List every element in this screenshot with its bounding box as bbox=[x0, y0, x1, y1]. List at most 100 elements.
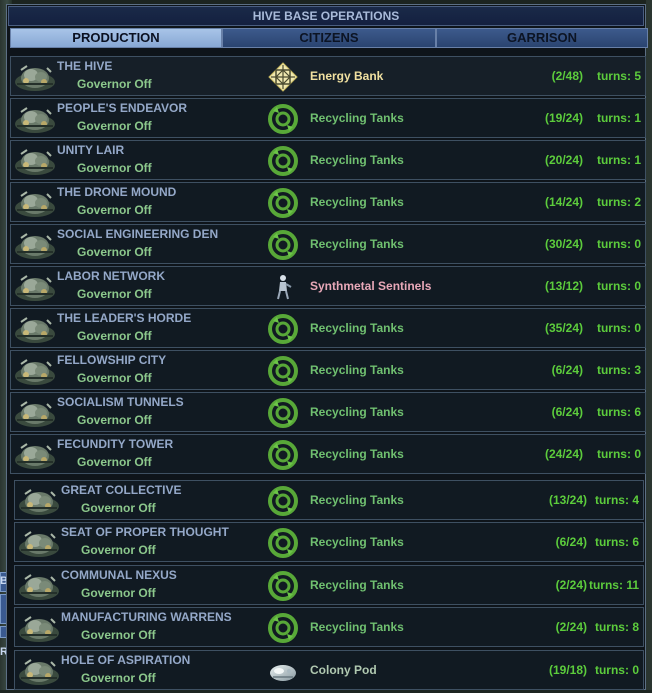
production-item-label[interactable]: Recycling Tanks bbox=[310, 535, 404, 549]
base-name[interactable]: SEAT OF PROPER THOUGHT bbox=[61, 525, 229, 539]
base-row[interactable]: COMMUNAL NEXUS Governor Off Recycling Tank… bbox=[14, 565, 644, 605]
base-name[interactable]: PEOPLE'S ENDEAVOR bbox=[57, 101, 187, 115]
base-name[interactable]: SOCIAL ENGINEERING DEN bbox=[57, 227, 218, 241]
base-icon bbox=[13, 270, 57, 304]
energy-bank-icon[interactable] bbox=[267, 61, 299, 93]
synthmetal-sentinels-icon[interactable] bbox=[267, 271, 299, 303]
governor-status[interactable]: Governor Off bbox=[81, 586, 156, 600]
base-name[interactable]: HOLE OF ASPIRATION bbox=[61, 653, 190, 667]
recycling-tanks-icon[interactable] bbox=[267, 103, 299, 135]
base-row[interactable]: MANUFACTURING WARRENS Governor Off Recycli… bbox=[14, 607, 644, 647]
turns-remaining: turns: 2 bbox=[596, 195, 641, 209]
recycling-tanks-icon[interactable] bbox=[267, 313, 299, 345]
recycling-tanks-icon[interactable] bbox=[267, 355, 299, 387]
production-progress: (14/24) bbox=[544, 195, 583, 209]
base-icon bbox=[17, 611, 61, 645]
governor-status[interactable]: Governor Off bbox=[77, 287, 152, 301]
recycling-tanks-icon[interactable] bbox=[267, 187, 299, 219]
base-row[interactable]: PEOPLE'S ENDEAVOR Governor Off Recycling T… bbox=[10, 98, 646, 138]
production-item-label[interactable]: Recycling Tanks bbox=[310, 363, 404, 377]
base-icon bbox=[17, 569, 61, 603]
tab-citizens[interactable]: CITIZENS bbox=[222, 28, 436, 48]
turns-remaining: turns: 1 bbox=[596, 111, 641, 125]
production-item-label[interactable]: Recycling Tanks bbox=[310, 620, 404, 634]
production-progress: (13/12) bbox=[544, 279, 583, 293]
recycling-tanks-icon[interactable] bbox=[267, 439, 299, 471]
base-name[interactable]: FELLOWSHIP CITY bbox=[57, 353, 166, 367]
recycling-tanks-icon[interactable] bbox=[267, 570, 299, 602]
turns-remaining: turns: 6 bbox=[594, 535, 639, 549]
production-progress: (35/24) bbox=[544, 321, 583, 335]
turns-remaining: turns: 3 bbox=[596, 363, 641, 377]
production-item-label[interactable]: Colony Pod bbox=[310, 663, 377, 677]
governor-status[interactable]: Governor Off bbox=[81, 628, 156, 642]
base-row[interactable]: THE HIVE Governor Off Energy Bank (2/48) tur… bbox=[10, 56, 646, 96]
governor-status[interactable]: Governor Off bbox=[77, 455, 152, 469]
colony-pod-icon[interactable] bbox=[267, 655, 299, 687]
base-name[interactable]: THE DRONE MOUND bbox=[57, 185, 176, 199]
base-name[interactable]: MANUFACTURING WARRENS bbox=[61, 610, 232, 624]
production-progress: (19/18) bbox=[548, 663, 587, 677]
tab-production[interactable]: PRODUCTION bbox=[10, 28, 222, 48]
turns-remaining: turns: 8 bbox=[594, 620, 639, 634]
production-item-label[interactable]: Recycling Tanks bbox=[310, 195, 404, 209]
production-item-label[interactable]: Recycling Tanks bbox=[310, 111, 404, 125]
governor-status[interactable]: Governor Off bbox=[77, 413, 152, 427]
base-name[interactable]: SOCIALISM TUNNELS bbox=[57, 395, 184, 409]
recycling-tanks-icon[interactable] bbox=[267, 527, 299, 559]
base-name[interactable]: UNITY LAIR bbox=[57, 143, 124, 157]
production-item-label[interactable]: Recycling Tanks bbox=[310, 578, 404, 592]
production-item-label[interactable]: Recycling Tanks bbox=[310, 405, 404, 419]
base-row[interactable]: FELLOWSHIP CITY Governor Off Recycling Tan… bbox=[10, 350, 646, 390]
turns-remaining: turns: 1 bbox=[596, 153, 641, 167]
governor-status[interactable]: Governor Off bbox=[81, 671, 156, 685]
production-progress: (24/24) bbox=[544, 447, 583, 461]
turns-remaining: turns: 4 bbox=[594, 493, 639, 507]
turns-remaining: turns: 0 bbox=[596, 321, 641, 335]
base-row[interactable]: SOCIALISM TUNNELS Governor Off Recycling T… bbox=[10, 392, 646, 432]
turns-remaining: turns: 11 bbox=[588, 578, 639, 592]
governor-status[interactable]: Governor Off bbox=[77, 371, 152, 385]
base-row[interactable]: HOLE OF ASPIRATION Governor Off Colony Pod… bbox=[14, 650, 644, 690]
background-panel-right bbox=[646, 0, 652, 690]
production-item-label[interactable]: Recycling Tanks bbox=[310, 153, 404, 167]
production-item-label[interactable]: Energy Bank bbox=[310, 69, 383, 83]
base-row[interactable]: SEAT OF PROPER THOUGHT Governor Off Recycl… bbox=[14, 522, 644, 562]
base-row[interactable]: SOCIAL ENGINEERING DEN Governor Off Recycl… bbox=[10, 224, 646, 264]
turns-remaining: turns: 0 bbox=[596, 237, 641, 251]
recycling-tanks-icon[interactable] bbox=[267, 145, 299, 177]
governor-status[interactable]: Governor Off bbox=[77, 161, 152, 175]
base-name[interactable]: COMMUNAL NEXUS bbox=[61, 568, 177, 582]
base-icon bbox=[17, 526, 61, 560]
base-name[interactable]: FECUNDITY TOWER bbox=[57, 437, 173, 451]
window-title: HIVE BASE OPERATIONS bbox=[8, 6, 644, 26]
recycling-tanks-icon[interactable] bbox=[267, 485, 299, 517]
production-item-label[interactable]: Recycling Tanks bbox=[310, 237, 404, 251]
governor-status[interactable]: Governor Off bbox=[77, 329, 152, 343]
base-name[interactable]: GREAT COLLECTIVE bbox=[61, 483, 181, 497]
base-row[interactable]: THE DRONE MOUND Governor Off Recycling Tan… bbox=[10, 182, 646, 222]
production-item-label[interactable]: Recycling Tanks bbox=[310, 321, 404, 335]
governor-status[interactable]: Governor Off bbox=[77, 77, 152, 91]
base-row[interactable]: GREAT COLLECTIVE Governor Off Recycling Ta… bbox=[14, 480, 644, 520]
base-row[interactable]: UNITY LAIR Governor Off Recycling Tanks (20… bbox=[10, 140, 646, 180]
governor-status[interactable]: Governor Off bbox=[77, 245, 152, 259]
base-row[interactable]: THE LEADER'S HORDE Governor Off Recycling … bbox=[10, 308, 646, 348]
governor-status[interactable]: Governor Off bbox=[81, 543, 156, 557]
base-name[interactable]: THE LEADER'S HORDE bbox=[57, 311, 191, 325]
recycling-tanks-icon[interactable] bbox=[267, 397, 299, 429]
governor-status[interactable]: Governor Off bbox=[77, 119, 152, 133]
base-name[interactable]: THE HIVE bbox=[57, 59, 112, 73]
tab-garrison[interactable]: GARRISON bbox=[436, 28, 648, 48]
recycling-tanks-icon[interactable] bbox=[267, 612, 299, 644]
governor-status[interactable]: Governor Off bbox=[77, 203, 152, 217]
production-item-label[interactable]: Recycling Tanks bbox=[310, 447, 404, 461]
governor-status[interactable]: Governor Off bbox=[81, 501, 156, 515]
base-name[interactable]: LABOR NETWORK bbox=[57, 269, 165, 283]
production-item-label[interactable]: Synthmetal Sentinels bbox=[310, 279, 431, 293]
production-item-label[interactable]: Recycling Tanks bbox=[310, 493, 404, 507]
recycling-tanks-icon[interactable] bbox=[267, 229, 299, 261]
base-row[interactable]: LABOR NETWORK Governor Off Synthmetal Sent… bbox=[10, 266, 646, 306]
turns-remaining: turns: 0 bbox=[594, 663, 639, 677]
base-row[interactable]: FECUNDITY TOWER Governor Off Recycling Tan… bbox=[10, 434, 646, 474]
